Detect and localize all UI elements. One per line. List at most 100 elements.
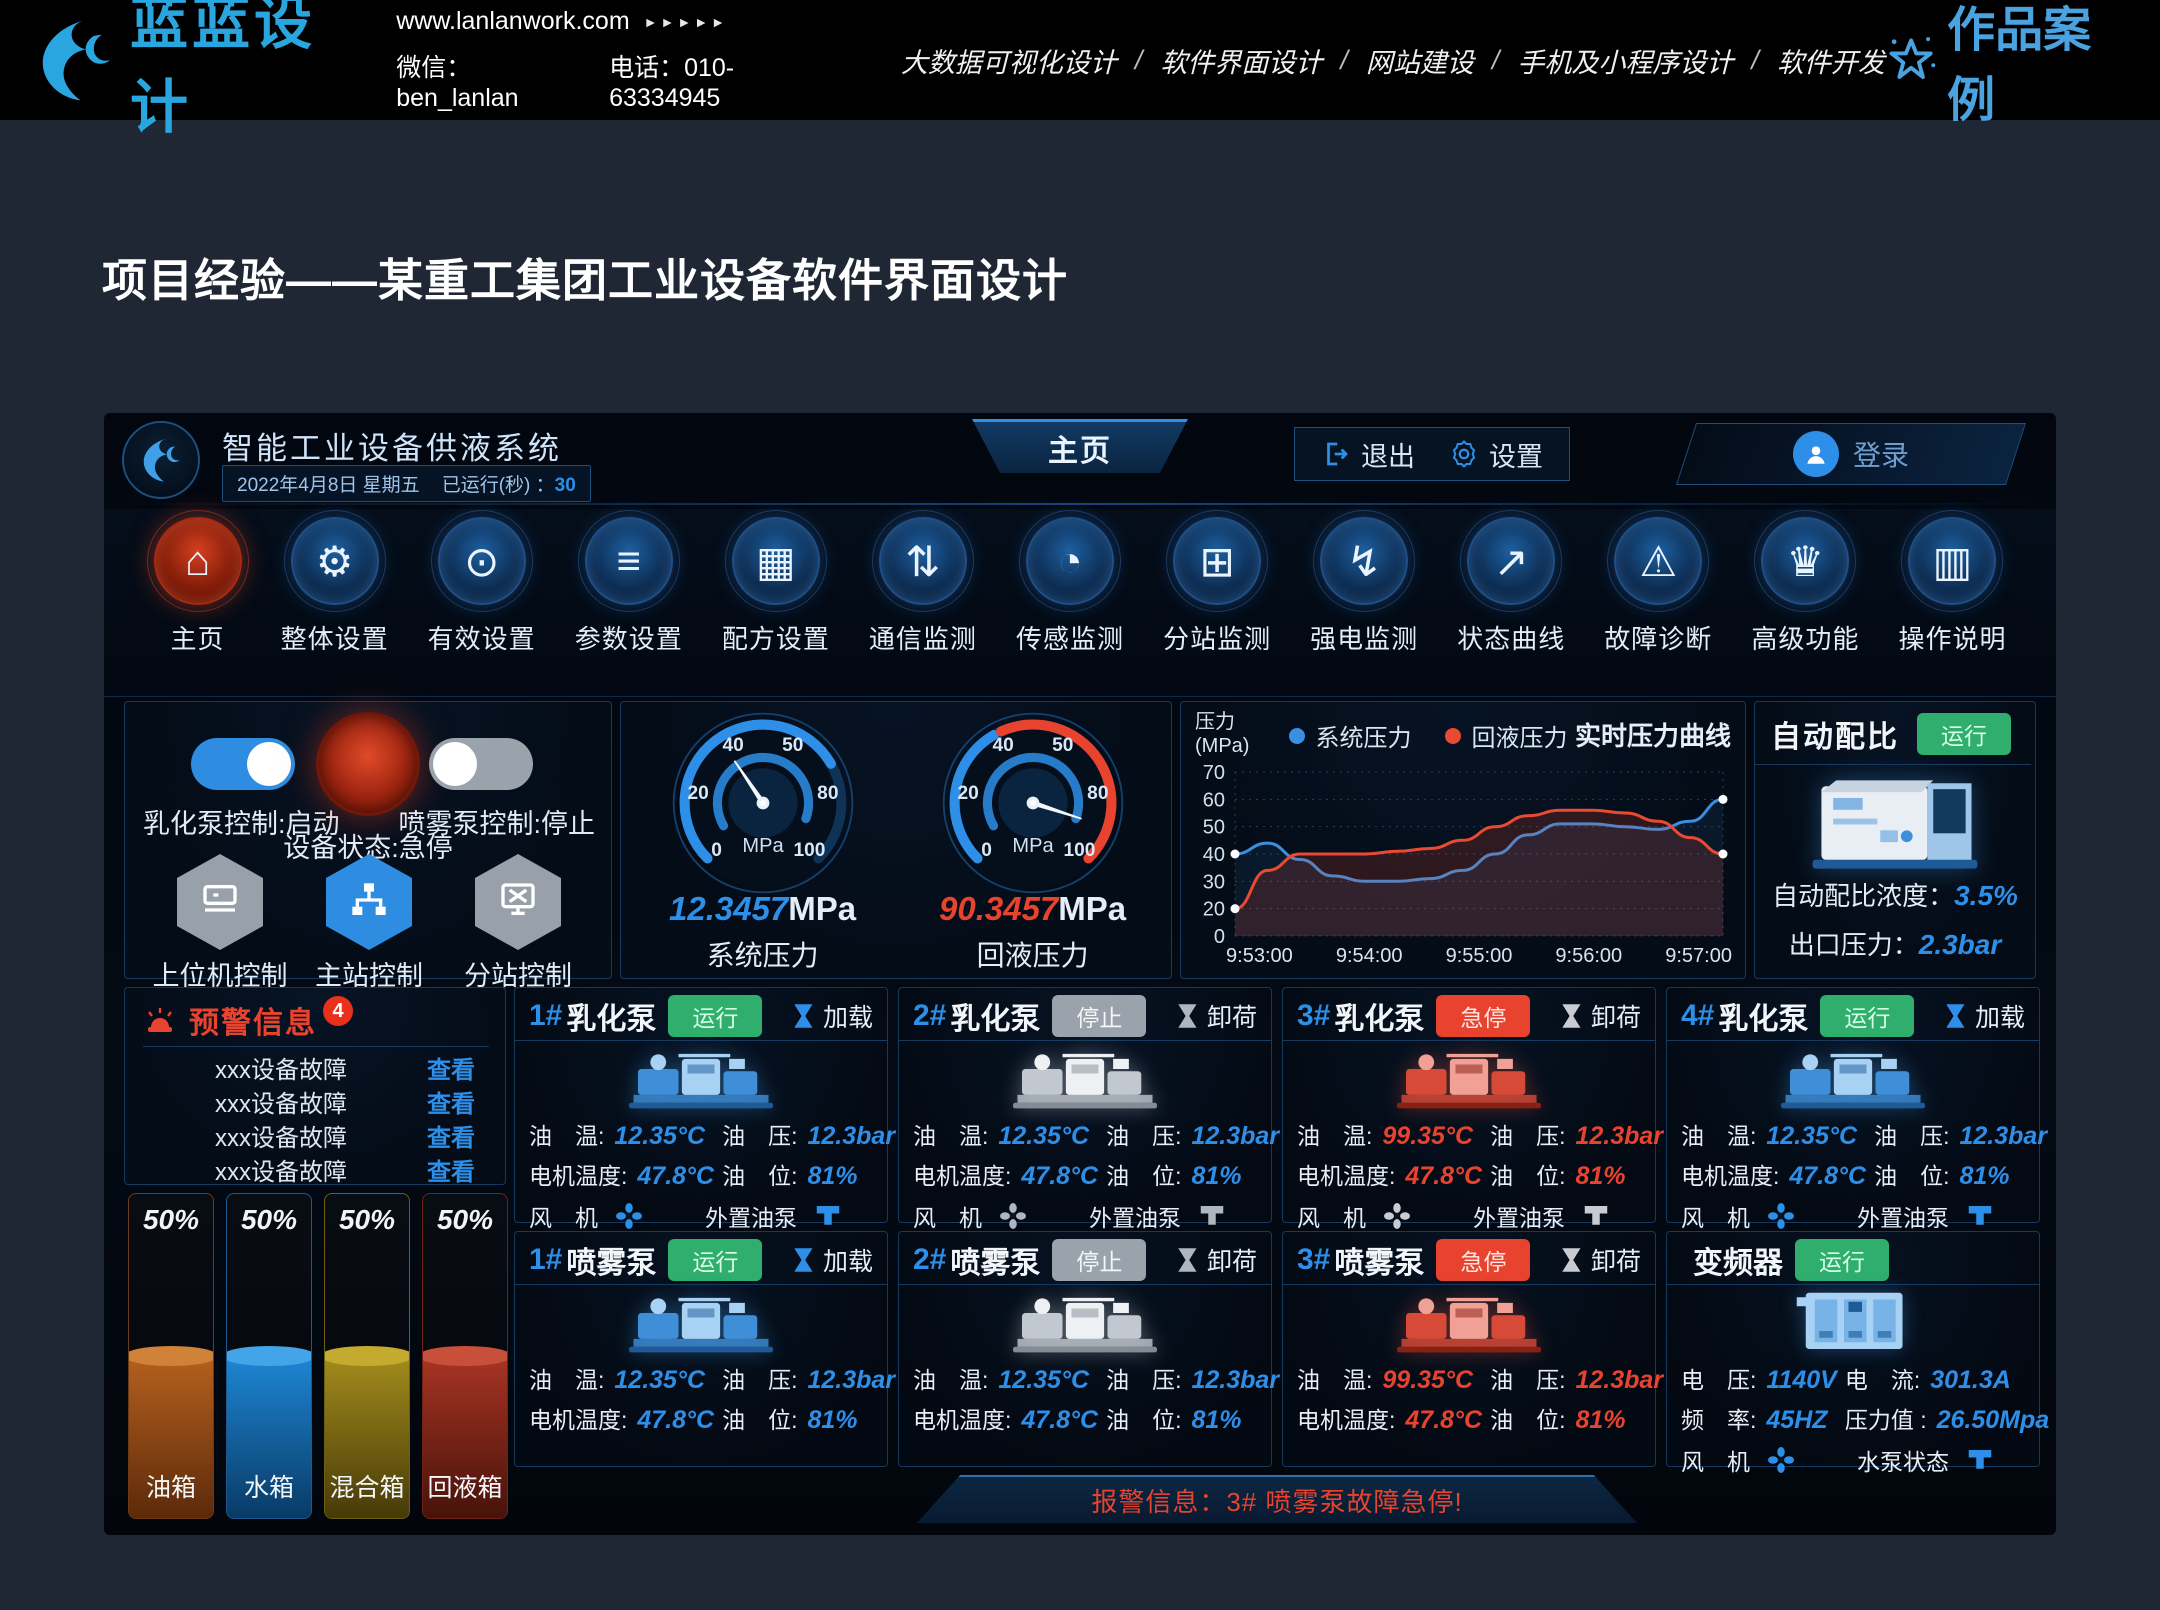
params-icon: ≡ [616, 537, 641, 585]
gauge-系统压力: 020405080100 MPa 12.3457MPa 系统压力 [669, 710, 856, 974]
substation-monitor-icon: ⊞ [1199, 537, 1234, 586]
spray-pump-toggle[interactable] [429, 738, 533, 790]
control-panel: 乳化泵控制:启动 设备状态:急停 喷雾泵控制:停止上位机控制主站控制分站控制 [124, 701, 612, 979]
card-data-value: 81% [1960, 1162, 2010, 1191]
card-footer-label: 风 机 [529, 1199, 598, 1233]
card-action-卸荷[interactable]: 卸荷 [1177, 998, 1257, 1034]
sensor-monitor-icon: ◔ [1057, 537, 1082, 585]
card-name: 喷雾泵 [566, 1238, 656, 1282]
hex-button-上位机控制[interactable] [177, 854, 263, 950]
wechat-info: 微信：ben_lanlan [396, 48, 573, 113]
ext-pump-icon [1581, 1201, 1611, 1231]
fan-icon [1766, 1445, 1796, 1475]
card-data-label: 电 流: [1845, 1361, 1920, 1395]
menu-item-有效设置[interactable]: ⊙ 有效设置 [428, 517, 536, 656]
hourglass-icon [1177, 1003, 1199, 1029]
nav-separator: / [1492, 45, 1500, 76]
svg-text:40: 40 [1203, 844, 1225, 866]
menu-item-传感监测[interactable]: ◔ 传感监测 [1016, 517, 1124, 656]
tank-percent: 50% [423, 1204, 507, 1236]
card-data-label: 油 温: [529, 1361, 604, 1395]
emulsion-pump-toggle[interactable] [191, 738, 295, 790]
menu-item-整体设置[interactable]: ⚙整体设置 [281, 517, 389, 656]
card-data-value: 12.35°C [614, 1122, 705, 1151]
fan-icon [614, 1201, 644, 1231]
dashboard-screenshot: 智能工业设备供液系统 2022年4月8日 星期五 已运行(秒) ：30 主页 退… [104, 413, 2056, 1535]
card-action-加载[interactable]: 加载 [1945, 998, 2025, 1034]
menu-item-配方设置[interactable]: ▦配方设置 [722, 517, 830, 656]
card-3#喷雾泵: 3# 喷雾泵 急停 卸荷 油 温:99.35°C油 压:12.3bar电机温度:… [1282, 1231, 1656, 1467]
portfolio-link[interactable]: 作品案例 [1885, 0, 2120, 130]
hex-button-分站控制[interactable] [475, 854, 561, 950]
phone-info: 电话：010-63334945 [609, 48, 821, 113]
card-data-label: 油 温: [529, 1117, 604, 1151]
card-action-卸荷[interactable]: 卸荷 [1561, 1242, 1641, 1278]
hex-button-主站控制[interactable] [326, 854, 412, 950]
tank-label: 水箱 [227, 1468, 311, 1504]
menu-item-操作说明[interactable]: ▥操作说明 [1898, 517, 2006, 656]
nav-item-1[interactable]: 大数据可视化设计 [901, 41, 1117, 80]
nav-separator: / [1751, 45, 1759, 76]
card-data-value: 12.35°C [614, 1366, 705, 1395]
menu-item-label: 有效设置 [428, 619, 536, 656]
logo-text: 蓝蓝设计 [130, 0, 354, 144]
card-action-加载[interactable]: 加载 [793, 998, 873, 1034]
card-1#乳化泵: 1# 乳化泵 运行 加载 油 温:12.35°C油 压:12.3bar电机温度:… [514, 987, 888, 1223]
settings-button[interactable]: 设置 [1449, 435, 1543, 474]
menu-item-故障诊断[interactable]: ⚠故障诊断 [1604, 517, 1712, 656]
diagnosis-icon: ⚠ [1639, 537, 1677, 586]
card-machine-image [1297, 1041, 1641, 1115]
menu-item-分站监测[interactable]: ⊞分站监测 [1163, 517, 1271, 656]
svg-text:60: 60 [1203, 789, 1225, 811]
card-data-label: 油 温: [913, 1117, 988, 1151]
nav-item-2[interactable]: 软件界面设计 [1160, 41, 1322, 80]
nav-item-4[interactable]: 手机及小程序设计 [1517, 41, 1733, 80]
star-icon [1885, 31, 1937, 89]
menu-item-状态曲线[interactable]: ↗状态曲线 [1457, 517, 1565, 656]
card-data-label: 电机温度: [913, 1157, 1011, 1191]
menu-item-主页[interactable]: ⌂主页 [154, 517, 242, 656]
warning-text: xxx设备故障 [215, 1152, 347, 1187]
card-data-value: 99.35°C [1382, 1366, 1473, 1395]
card-data-label: 油 压: [722, 1361, 797, 1395]
card-footer-label: 风 机 [1681, 1199, 1750, 1233]
warning-text: xxx设备故障 [215, 1050, 347, 1085]
auto-ratio-title: 自动配比 [1771, 712, 1899, 756]
warning-list: xxx设备故障查看xxx设备故障查看xxx设备故障查看xxx设备故障查看 [125, 1050, 505, 1186]
card-action-卸荷[interactable]: 卸荷 [1177, 1242, 1257, 1278]
warning-view-link[interactable]: 查看 [427, 1152, 475, 1187]
gear-icon [1449, 439, 1479, 469]
tab-home[interactable]: 主页 [972, 419, 1188, 473]
card-data-value: 26.50Mpa [1937, 1406, 2050, 1435]
card-action-加载[interactable]: 加载 [793, 1242, 873, 1278]
menu-item-label: 操作说明 [1898, 619, 2006, 656]
nav-item-5[interactable]: 软件开发 [1777, 41, 1885, 80]
auto-ratio-machine-image [1792, 768, 1998, 883]
host-icon [200, 880, 240, 925]
emergency-stop-button[interactable] [316, 712, 420, 816]
menu-item-强电监测[interactable]: ↯强电监测 [1310, 517, 1418, 656]
svg-text:40: 40 [992, 735, 1013, 756]
logout-button[interactable]: 退出 [1321, 435, 1415, 474]
comm-monitor-icon: ⇅ [905, 537, 940, 586]
portfolio-label: 作品案例 [1947, 0, 2120, 130]
warning-text: xxx设备故障 [215, 1084, 347, 1119]
menu-item-label: 传感监测 [1016, 619, 1124, 656]
ext-pump-icon [1965, 1445, 1995, 1475]
warning-view-link[interactable]: 查看 [427, 1118, 475, 1153]
menu-item-高级功能[interactable]: ♛高级功能 [1751, 517, 1859, 656]
card-name: 变频器 [1693, 1238, 1783, 1282]
menu-item-参数设置[interactable]: ≡参数设置 [575, 517, 683, 656]
nav-item-3[interactable]: 网站建设 [1366, 41, 1474, 80]
card-action-卸荷[interactable]: 卸荷 [1561, 998, 1641, 1034]
warning-view-link[interactable]: 查看 [427, 1084, 475, 1119]
menu-item-通信监测[interactable]: ⇅通信监测 [869, 517, 977, 656]
svg-text:20: 20 [687, 783, 708, 804]
login-button[interactable]: 登录 [1676, 423, 2026, 485]
card-footer-label: 外置油泵 [705, 1199, 797, 1233]
card-data-label: 油 压: [1490, 1361, 1565, 1395]
warning-view-link[interactable]: 查看 [427, 1050, 475, 1085]
substation-icon [498, 880, 538, 925]
valid-settings-icon: ⊙ [464, 537, 499, 586]
card-status-badge: 运行 [1795, 1239, 1889, 1281]
